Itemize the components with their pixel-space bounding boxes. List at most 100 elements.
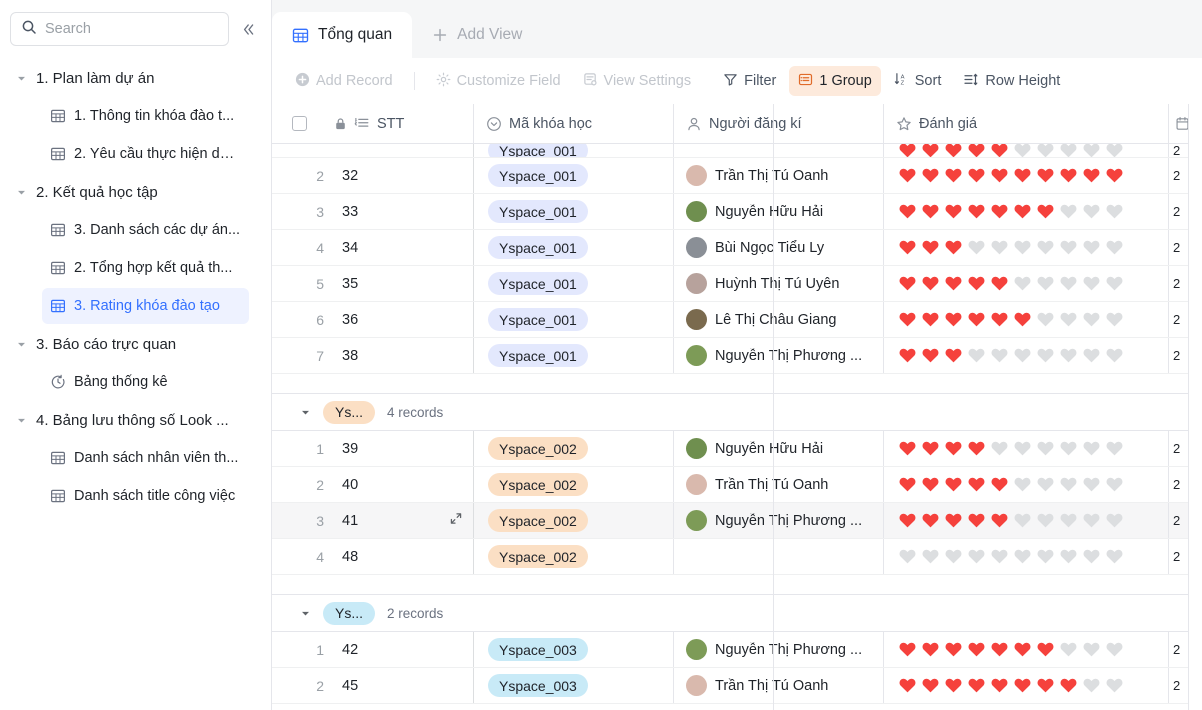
add-record-button[interactable]: Add Record: [286, 66, 402, 96]
cell-rating[interactable]: [884, 632, 1169, 667]
cell-next-column[interactable]: 2: [1169, 668, 1189, 703]
select-all-header[interactable]: [272, 104, 334, 143]
cell-registrant[interactable]: Nguyễn Thị Phương ...: [674, 632, 884, 667]
cell-registrant[interactable]: Bùi Ngọc Tiểu Ly: [674, 230, 884, 265]
sidebar-item-0-1[interactable]: 2. Yêu cầu thực hiện dự...: [42, 136, 249, 172]
group-header-row-1[interactable]: Ys... 4 records: [272, 393, 1189, 431]
row-index-cell[interactable]: 2 45: [272, 668, 474, 703]
cell-registrant[interactable]: Lê Thị Châu Giang: [674, 302, 884, 337]
row-index-cell[interactable]: 1 42: [272, 632, 474, 667]
cell-course-code[interactable]: Yspace_001: [474, 338, 674, 373]
caret-down-icon[interactable]: [300, 407, 311, 418]
cell-rating[interactable]: [884, 431, 1169, 466]
row-index-cell[interactable]: 2 40: [272, 467, 474, 502]
cell-next-column[interactable]: 2: [1169, 539, 1189, 574]
table-row[interactable]: 2 40 Yspace_002 Trần Thị Tú Oanh 2: [272, 467, 1189, 503]
cell-next-column[interactable]: 2: [1169, 144, 1189, 157]
group-header-row-2[interactable]: Ys... 2 records: [272, 594, 1189, 632]
table-row[interactable]: Yspace_001 2: [272, 144, 1189, 158]
search-input[interactable]: Search: [10, 12, 229, 46]
cell-next-column[interactable]: 2: [1169, 503, 1189, 538]
checkbox-icon[interactable]: [292, 116, 307, 131]
table-row[interactable]: 3 41 Yspace_002 Nguyễn Thị Phương ... 2: [272, 503, 1189, 539]
row-height-button[interactable]: Row Height: [954, 66, 1069, 96]
row-index-cell[interactable]: 7 38: [272, 338, 474, 373]
row-index-cell[interactable]: 1 39: [272, 431, 474, 466]
cell-next-column[interactable]: 2: [1169, 302, 1189, 337]
cell-rating[interactable]: [884, 503, 1169, 538]
cell-next-column[interactable]: 2: [1169, 266, 1189, 301]
cell-course-code[interactable]: Yspace_002: [474, 431, 674, 466]
cell-course-code[interactable]: Yspace_001: [474, 230, 674, 265]
tab-1[interactable]: Add View: [412, 12, 542, 58]
cell-course-code[interactable]: Yspace_002: [474, 503, 674, 538]
table-row[interactable]: 2 32 Yspace_001 Trần Thị Tú Oanh 2: [272, 158, 1189, 194]
cell-course-code[interactable]: Yspace_001: [474, 302, 674, 337]
cell-registrant[interactable]: Trần Thị Tú Oanh: [674, 467, 884, 502]
cell-rating[interactable]: [884, 539, 1169, 574]
sidebar-item-3-1[interactable]: Danh sách title công việc: [42, 478, 249, 514]
cell-registrant[interactable]: [674, 539, 884, 574]
cell-registrant[interactable]: [674, 144, 884, 157]
cell-next-column[interactable]: 2: [1169, 194, 1189, 229]
row-index-cell[interactable]: 4 34: [272, 230, 474, 265]
table-row[interactable]: 7 38 Yspace_001 Nguyễn Thị Phương ... 2: [272, 338, 1189, 374]
row-index-cell[interactable]: [272, 144, 474, 157]
filter-button[interactable]: Filter: [714, 66, 785, 96]
column-header-next[interactable]: [1169, 104, 1189, 143]
sidebar-item-1-1[interactable]: 2. Tổng hợp kết quả th...: [42, 250, 249, 286]
cell-next-column[interactable]: 2: [1169, 158, 1189, 193]
sidebar-item-2-0[interactable]: Bảng thống kê: [42, 364, 249, 400]
cell-course-code[interactable]: Yspace_002: [474, 467, 674, 502]
cell-course-code[interactable]: Yspace_003: [474, 632, 674, 667]
sidebar-item-1-2[interactable]: 3. Rating khóa đào tạo: [42, 288, 249, 324]
cell-rating[interactable]: [884, 467, 1169, 502]
cell-rating[interactable]: [884, 144, 1169, 157]
view-settings-button[interactable]: View Settings: [574, 66, 701, 96]
cell-registrant[interactable]: Nguyễn Hữu Hải: [674, 431, 884, 466]
cell-registrant[interactable]: Trần Thị Tú Oanh: [674, 668, 884, 703]
cell-rating[interactable]: [884, 302, 1169, 337]
cell-rating[interactable]: [884, 266, 1169, 301]
tab-0[interactable]: Tổng quan: [272, 12, 413, 58]
sidebar-group-1[interactable]: 2. Kết quả học tập: [0, 174, 271, 210]
cell-rating[interactable]: [884, 194, 1169, 229]
table-row[interactable]: 1 39 Yspace_002 Nguyễn Hữu Hải 2: [272, 431, 1189, 467]
sidebar-item-3-0[interactable]: Danh sách nhân viên th...: [42, 440, 249, 476]
cell-rating[interactable]: [884, 230, 1169, 265]
column-header-code[interactable]: Mã khóa học: [474, 104, 674, 143]
table-row[interactable]: 3 33 Yspace_001 Nguyễn Hữu Hải 2: [272, 194, 1189, 230]
cell-course-code[interactable]: Yspace_001: [474, 194, 674, 229]
row-index-cell[interactable]: 3 33: [272, 194, 474, 229]
cell-registrant[interactable]: Trần Thị Tú Oanh: [674, 158, 884, 193]
cell-next-column[interactable]: 2: [1169, 431, 1189, 466]
cell-course-code[interactable]: Yspace_003: [474, 668, 674, 703]
cell-registrant[interactable]: Huỳnh Thị Tú Uyên: [674, 266, 884, 301]
table-row[interactable]: 6 36 Yspace_001 Lê Thị Châu Giang 2: [272, 302, 1189, 338]
cell-rating[interactable]: [884, 338, 1169, 373]
sidebar-item-1-0[interactable]: 3. Danh sách các dự án...: [42, 212, 249, 248]
double-chevron-left-icon[interactable]: [235, 16, 261, 42]
cell-next-column[interactable]: 2: [1169, 230, 1189, 265]
group-button[interactable]: 1 Group: [789, 66, 881, 96]
cell-next-column[interactable]: 2: [1169, 338, 1189, 373]
row-index-cell[interactable]: 5 35: [272, 266, 474, 301]
sidebar-item-0-0[interactable]: 1. Thông tin khóa đào t...: [42, 98, 249, 134]
cell-course-code[interactable]: Yspace_001: [474, 266, 674, 301]
table-row[interactable]: 2 45 Yspace_003 Trần Thị Tú Oanh 2: [272, 668, 1189, 704]
cell-registrant[interactable]: Nguyễn Thị Phương ...: [674, 338, 884, 373]
customize-field-button[interactable]: Customize Field: [427, 66, 570, 96]
table-row[interactable]: 5 35 Yspace_001 Huỳnh Thị Tú Uyên 2: [272, 266, 1189, 302]
cell-course-code[interactable]: Yspace_002: [474, 539, 674, 574]
row-index-cell[interactable]: 2 32: [272, 158, 474, 193]
row-index-cell[interactable]: 4 48: [272, 539, 474, 574]
table-row[interactable]: 4 34 Yspace_001 Bùi Ngọc Tiểu Ly 2: [272, 230, 1189, 266]
sidebar-group-0[interactable]: 1. Plan làm dự án: [0, 60, 271, 96]
caret-down-icon[interactable]: [300, 608, 311, 619]
table-row[interactable]: 4 48 Yspace_002 2: [272, 539, 1189, 575]
column-header-user[interactable]: Người đăng kí: [674, 104, 884, 143]
sidebar-group-3[interactable]: 4. Bảng lưu thông số Look ...: [0, 402, 271, 438]
column-header-rating[interactable]: Đánh giá: [884, 104, 1169, 143]
cell-registrant[interactable]: Nguyễn Thị Phương ...: [674, 503, 884, 538]
table-row[interactable]: 1 42 Yspace_003 Nguyễn Thị Phương ... 2: [272, 632, 1189, 668]
